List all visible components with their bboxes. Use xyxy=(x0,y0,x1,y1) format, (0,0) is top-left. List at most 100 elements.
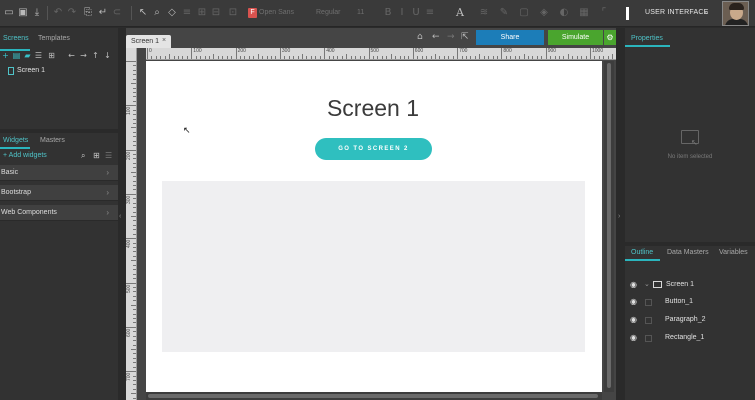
eye-icon[interactable]: ◉ xyxy=(630,280,637,289)
user-avatar[interactable] xyxy=(722,1,749,26)
arrow-up-icon[interactable]: ↑ xyxy=(91,51,100,61)
forward-icon[interactable]: → xyxy=(447,32,455,42)
outline-item[interactable]: ◉ Rectangle_1 xyxy=(625,332,755,346)
eye-icon[interactable]: ◉ xyxy=(630,333,637,342)
text-align-icon[interactable]: ≡ xyxy=(424,7,436,19)
horizontal-scrollbar[interactable] xyxy=(146,392,602,400)
scroll-thumb[interactable] xyxy=(607,63,611,388)
line-style-icon[interactable]: ≋ xyxy=(478,7,490,19)
distribute-icon[interactable]: ⊞ xyxy=(196,7,208,19)
undo-icon[interactable]: ↶ xyxy=(52,7,64,19)
save-icon[interactable]: ▣ xyxy=(17,7,29,19)
zoom-icon[interactable]: ⌕ xyxy=(151,7,163,19)
screen-title[interactable]: Screen 1 xyxy=(146,95,600,122)
tab-widgets[interactable]: Widgets xyxy=(3,137,28,144)
corner-icon[interactable]: ⌜ xyxy=(598,7,610,19)
eye-icon[interactable]: ◉ xyxy=(630,315,637,324)
tab-screens[interactable]: Screens xyxy=(3,35,29,42)
italic-icon[interactable]: I xyxy=(396,7,408,19)
ruler-label: 500 xyxy=(126,284,132,293)
fill-icon[interactable]: ◈ xyxy=(538,7,550,19)
font-family-select[interactable]: Open Sans xyxy=(259,8,294,18)
lock-toggle[interactable] xyxy=(645,317,652,324)
group-icon[interactable]: ⊟ xyxy=(210,7,222,19)
arrow-right-icon[interactable]: → xyxy=(79,51,88,61)
font-size-select[interactable]: 11 xyxy=(357,8,364,18)
align-icon[interactable]: ≡ xyxy=(181,7,193,19)
ungroup-icon[interactable]: ⊡ xyxy=(227,7,239,19)
artboard[interactable]: Screen 1 GO TO SCREEN 2 ↖ xyxy=(146,61,602,392)
grid-view-icon[interactable]: ⊞ xyxy=(47,51,56,61)
project-name[interactable]: USER INTERFACE xyxy=(645,9,708,16)
download-icon[interactable]: ⤓ xyxy=(31,7,43,19)
ruler-tick xyxy=(155,56,157,59)
outline-item[interactable]: ◉ Button_1 xyxy=(625,296,755,310)
shadow-icon[interactable]: ▦ xyxy=(578,7,590,19)
collapse-right-strip[interactable]: › xyxy=(616,28,625,400)
expand-icon[interactable]: ⇱ xyxy=(461,32,469,42)
chevron-left-icon[interactable]: ‹ xyxy=(119,213,121,220)
gear-icon[interactable]: ⚙ xyxy=(604,30,616,45)
collapse-left-strip[interactable]: ‹ xyxy=(118,28,126,400)
paste-icon[interactable]: ⎘ xyxy=(82,7,94,19)
ruler-tick xyxy=(576,56,578,59)
eraser-icon[interactable]: ◇ xyxy=(166,7,178,19)
outline-item-screen[interactable]: ◉ ⌄ Screen 1 xyxy=(625,279,755,293)
go-to-screen-2-button[interactable]: GO TO SCREEN 2 xyxy=(315,138,432,160)
simulate-button[interactable]: Simulate xyxy=(548,30,603,45)
arrow-left-icon[interactable]: ← xyxy=(67,51,76,61)
vertical-scrollbar[interactable] xyxy=(604,61,614,392)
ruler-tick xyxy=(133,207,136,209)
ruler-tick xyxy=(310,56,312,59)
lock-toggle[interactable] xyxy=(645,299,652,306)
border-icon[interactable]: ▢ xyxy=(518,7,530,19)
lock-toggle[interactable] xyxy=(645,335,652,342)
chevron-right-icon[interactable]: › xyxy=(618,213,620,220)
text-color-icon[interactable]: A xyxy=(456,6,464,19)
ruler-tick xyxy=(412,48,414,59)
underline-icon[interactable]: U xyxy=(410,7,422,19)
opacity-icon[interactable]: ◐ xyxy=(558,7,570,19)
home-icon[interactable]: ⌂ xyxy=(417,32,423,42)
pointer-icon[interactable]: ↖ xyxy=(137,7,149,19)
tab-properties[interactable]: Properties xyxy=(631,35,663,42)
ruler-tick xyxy=(133,136,136,138)
tab-outline[interactable]: Outline xyxy=(631,249,653,256)
add-folder-icon[interactable]: ▰ xyxy=(23,51,32,61)
ruler-tick xyxy=(160,56,162,59)
back-icon[interactable]: ← xyxy=(432,32,440,42)
chevron-down-icon[interactable]: ⌄ xyxy=(703,7,710,16)
tab-screen-1[interactable]: Screen 1 × xyxy=(126,35,171,48)
add-widgets-link[interactable]: + Add widgets xyxy=(3,152,47,159)
chevron-down-icon[interactable]: ⌄ xyxy=(644,280,650,288)
screen-list-item[interactable]: Screen 1 xyxy=(0,66,118,78)
tab-variables[interactable]: Variables xyxy=(719,249,748,256)
share-button[interactable]: Share xyxy=(476,30,544,45)
add-screen-file-icon[interactable]: ▤ xyxy=(12,51,21,61)
list-view-icon[interactable]: ☰ xyxy=(34,51,43,61)
close-icon[interactable]: × xyxy=(162,37,166,44)
tab-masters[interactable]: Masters xyxy=(40,137,65,144)
search-icon[interactable]: ⌕ xyxy=(81,151,85,161)
redo-icon[interactable]: ↷ xyxy=(66,7,78,19)
scroll-thumb[interactable] xyxy=(148,394,598,398)
panel-divider[interactable] xyxy=(625,242,755,246)
library-web-components[interactable]: Web Components › xyxy=(0,205,118,221)
grid-view-icon[interactable]: ⊞ xyxy=(93,151,100,160)
add-screen-icon[interactable]: + xyxy=(1,51,10,61)
library-bootstrap[interactable]: Bootstrap › xyxy=(0,185,118,201)
font-style-select[interactable]: Regular xyxy=(316,8,341,18)
arrow-down-icon[interactable]: ↓ xyxy=(103,51,112,61)
outline-item[interactable]: ◉ Paragraph_2 xyxy=(625,314,755,328)
tab-data-masters[interactable]: Data Masters xyxy=(667,249,709,256)
link-icon[interactable]: ⊂ xyxy=(111,7,123,19)
tab-templates[interactable]: Templates xyxy=(38,35,70,42)
library-basic[interactable]: Basic › xyxy=(0,165,118,181)
new-file-icon[interactable]: ▭ xyxy=(3,7,15,19)
rectangle-widget[interactable] xyxy=(162,181,585,352)
list-view-icon[interactable]: ☰ xyxy=(105,151,112,160)
bold-icon[interactable]: B xyxy=(382,7,394,19)
eye-icon[interactable]: ◉ xyxy=(630,297,637,306)
pen-icon[interactable]: ✎ xyxy=(498,7,510,19)
return-icon[interactable]: ↵ xyxy=(97,7,109,19)
